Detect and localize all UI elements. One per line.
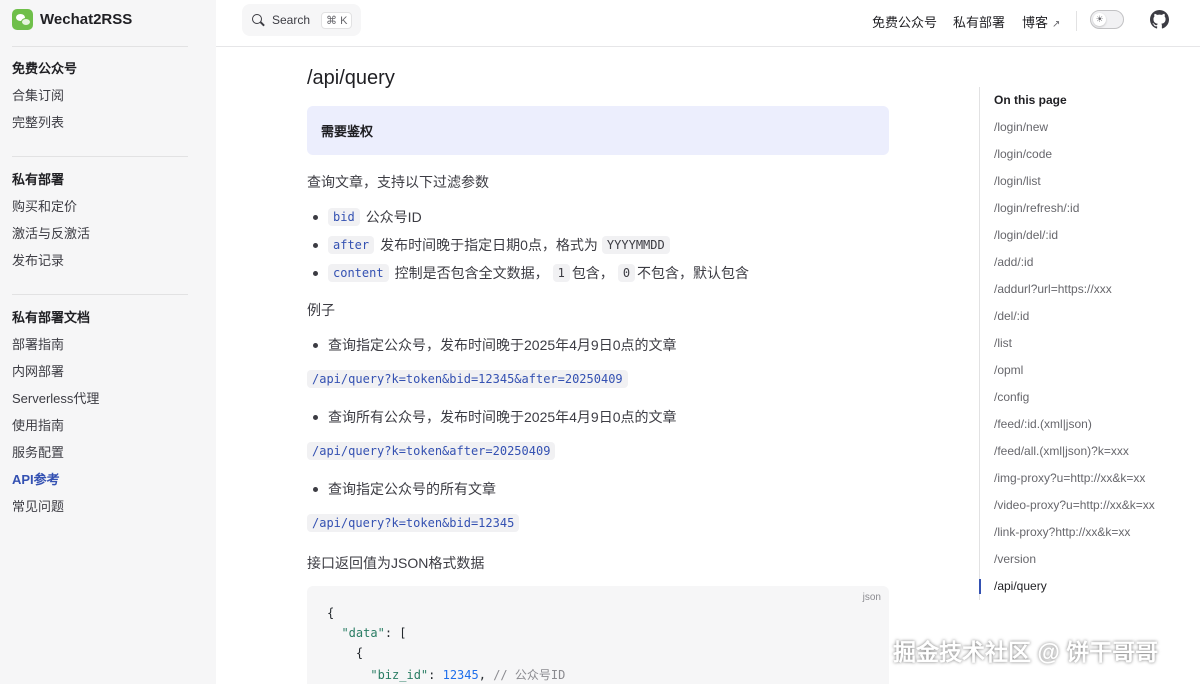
sidebar-item-api-reference[interactable]: API参考 [12,466,202,493]
sidebar-item-releases[interactable]: 发布记录 [12,247,202,274]
brand[interactable]: Wechat2RSS [12,8,132,30]
toc-item[interactable]: /login/list [980,168,1179,195]
sidebar-item-pricing[interactable]: 购买和定价 [12,193,202,220]
param-content: content 控制是否包含全文数据， 1 包含， 0 不包含，默认包含 [307,263,749,283]
toc-item[interactable]: /link-proxy?http://xx&k=xx [980,519,1179,546]
search-icon [252,13,265,27]
toc-item[interactable]: /video-proxy?u=http://xx&k=xx [980,492,1179,519]
toc-item[interactable]: /add/:id [980,249,1179,276]
return-text: 接口返回值为JSON格式数据 [307,555,485,571]
external-link-icon: ↗ [1052,19,1061,30]
example-url: /api/query?k=token&bid=12345&after=20250… [307,370,628,388]
param-code: bid [328,208,360,226]
example-text: 查询所有公众号，发布时间晚于2025年4月9日0点的文章 [328,409,677,425]
toc-item[interactable]: /list [980,330,1179,357]
json-code-block[interactable]: json { "data": [ { "biz_id": 12345, // 公… [307,586,889,684]
example-item: 查询指定公众号，发布时间晚于2025年4月9日0点的文章 [307,335,677,355]
toc-item[interactable]: /feed/all.(xml|json)?k=xxx [980,438,1179,465]
example-item: 查询所有公众号，发布时间晚于2025年4月9日0点的文章 [307,407,677,427]
example-text: 查询指定公众号，发布时间晚于2025年4月9日0点的文章 [328,337,677,353]
search-label: Search [272,13,311,27]
code-line: { [327,606,335,620]
wechat-logo-icon [12,8,33,30]
nav-private-deploy[interactable]: 私有部署 [953,12,1005,32]
param-value-code: 1 [552,264,570,282]
sidebar-group-private-docs: 私有部署文档 部署指南 内网部署 Serverless代理 使用指南 服务配置 … [12,304,202,520]
toc-item[interactable]: /addurl?url=https://xxx [980,276,1179,303]
example-item: 查询指定公众号的所有文章 [307,479,496,499]
toc-item[interactable]: /config [980,384,1179,411]
example-url: /api/query?k=token&bid=12345 [307,514,520,532]
sidebar: Wechat2RSS 免费公众号 合集订阅 完整列表 私有部署 购买和定价 激活… [0,0,216,684]
brand-name: Wechat2RSS [40,10,133,28]
sidebar-group-free: 免费公众号 合集订阅 完整列表 [12,55,202,136]
intro-text: 查询文章，支持以下过滤参数 [307,174,489,190]
code-line: "biz_id": 12345, // 公众号ID [370,668,566,682]
search-shortcut: ⌘ K [321,11,353,29]
toc-item[interactable]: /login/refresh/:id [980,195,1179,222]
code-line: "data": [ [341,626,407,640]
sidebar-item-faq[interactable]: 常见问题 [12,493,202,520]
toc-item[interactable]: /login/del/:id [980,222,1179,249]
page-title: /api/query [307,67,395,89]
example-text: 查询指定公众号的所有文章 [328,481,496,497]
code-line: { [355,646,364,660]
toc-item[interactable]: /version [980,546,1179,573]
param-after: after 发布时间晚于指定日期0点，格式为 YYYYMMDD [307,235,670,255]
toc-item[interactable]: /img-proxy?u=http://xx&k=xx [980,465,1179,492]
sidebar-divider [12,294,188,295]
toc-item[interactable]: /opml [980,357,1179,384]
top-navbar: Search ⌘ K 免费公众号 私有部署 博客 ↗ ☀ [216,0,1200,47]
sidebar-divider [12,46,188,47]
param-desc: 包含， [571,265,614,281]
sidebar-group-title[interactable]: 私有部署 [12,166,202,193]
param-code: content [328,264,389,282]
sidebar-item-activation[interactable]: 激活与反激活 [12,220,202,247]
param-desc: 不包含，默认包含 [637,265,750,281]
param-desc: 公众号ID [365,209,422,225]
code-language-label: json [862,592,881,603]
sidebar-group-private: 私有部署 购买和定价 激活与反激活 发布记录 [12,166,202,274]
sidebar-item-deploy-guide[interactable]: 部署指南 [12,331,202,358]
examples-label: 例子 [307,302,335,318]
sidebar-item-serverless[interactable]: Serverless代理 [12,385,202,412]
github-icon[interactable] [1150,10,1169,29]
toc-item[interactable]: /login/new [980,114,1179,141]
toc-item[interactable]: /del/:id [980,303,1179,330]
example-code: /api/query?k=token&bid=12345&after=20250… [307,370,628,388]
theme-toggle[interactable]: ☀ [1090,10,1124,29]
nav-free-accounts[interactable]: 免费公众号 [872,12,937,32]
example-code: /api/query?k=token&bid=12345 [307,514,520,532]
sidebar-item-usage[interactable]: 使用指南 [12,412,202,439]
param-value-code: 0 [617,264,636,282]
sidebar-item-config[interactable]: 服务配置 [12,439,202,466]
sidebar-divider [12,156,188,157]
sidebar-item-collection[interactable]: 合集订阅 [12,82,202,109]
sidebar-item-full-list[interactable]: 完整列表 [12,109,202,136]
param-desc: 控制是否包含全文数据， [394,265,549,281]
auth-callout-text: 需要鉴权 [321,124,374,139]
param-bid: bid 公众号ID [307,207,422,227]
search-button[interactable]: Search ⌘ K [242,4,361,36]
param-code: after [328,236,375,254]
sun-icon: ☀ [1093,13,1106,26]
nav-blog-label: 博客 [1022,15,1049,30]
sidebar-group-title[interactable]: 免费公众号 [12,55,202,82]
param-desc: 发布时间晚于指定日期0点，格式为 [380,237,598,253]
toc-item[interactable]: /feed/:id.(xml|json) [980,411,1179,438]
auth-callout: 需要鉴权 [307,106,889,155]
example-code: /api/query?k=token&after=20250409 [307,442,556,460]
toc-title: On this page [994,93,1067,107]
param-format-code: YYYYMMDD [601,236,670,254]
table-of-contents: On this page /login/new/login/code/login… [979,87,1179,600]
nav-divider [1076,11,1077,31]
example-url: /api/query?k=token&after=20250409 [307,442,556,460]
nav-blog[interactable]: 博客 ↗ [1022,12,1060,32]
sidebar-group-title[interactable]: 私有部署文档 [12,304,202,331]
sidebar-item-intranet[interactable]: 内网部署 [12,358,202,385]
toc-item[interactable]: /api/query [979,573,1179,600]
toc-item[interactable]: /login/code [980,141,1179,168]
watermark: 掘金技术社区 @ 饼干哥哥 [893,639,1159,665]
